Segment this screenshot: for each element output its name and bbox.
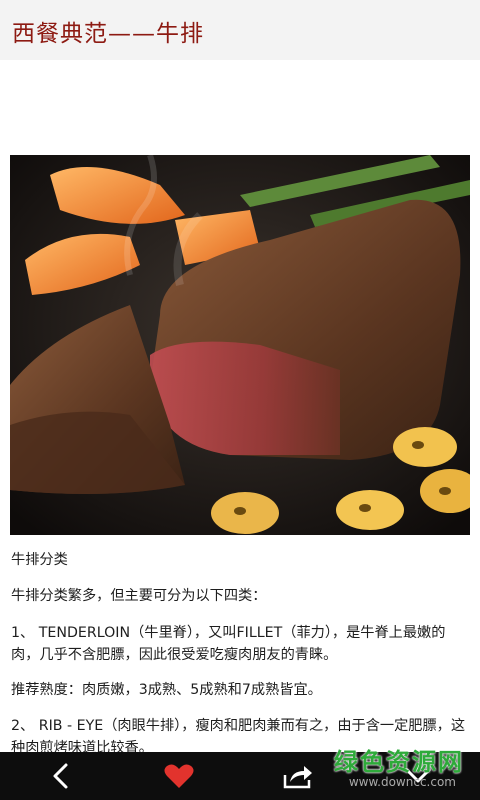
bottom-toolbar: [0, 752, 480, 800]
more-button[interactable]: [388, 752, 448, 800]
paragraph: 推荐熟度：肉质嫩，3成熟、5成熟和7成熟皆宜。: [11, 682, 322, 698]
header-bar: 西餐典范——牛排: [0, 0, 480, 60]
page-title: 西餐典范——牛排: [12, 21, 204, 47]
favorite-button[interactable]: [149, 752, 209, 800]
chevron-down-icon: [405, 768, 431, 783]
paragraph: 1、 TENDERLOIN（牛里脊），又叫FILLET（菲力），是牛脊上最嫩的肉…: [11, 625, 446, 663]
steak-photo: [10, 155, 470, 535]
paragraph: 2、 RIB - EYE（肉眼牛排），瘦肉和肥肉兼而有之，由于含一定肥膘，这种肉…: [11, 718, 466, 755]
chevron-left-icon: [53, 763, 68, 789]
share-button[interactable]: [268, 752, 328, 800]
section-heading: 牛排分类: [11, 552, 68, 568]
back-button[interactable]: [30, 752, 90, 800]
article-body: 牛排分类 牛排分类繁多，但主要可分为以下四类： 1、 TENDERLOIN（牛里…: [0, 545, 480, 755]
paragraph: 牛排分类繁多，但主要可分为以下四类：: [11, 588, 267, 604]
share-icon: [283, 766, 312, 789]
heart-icon: [164, 764, 194, 788]
